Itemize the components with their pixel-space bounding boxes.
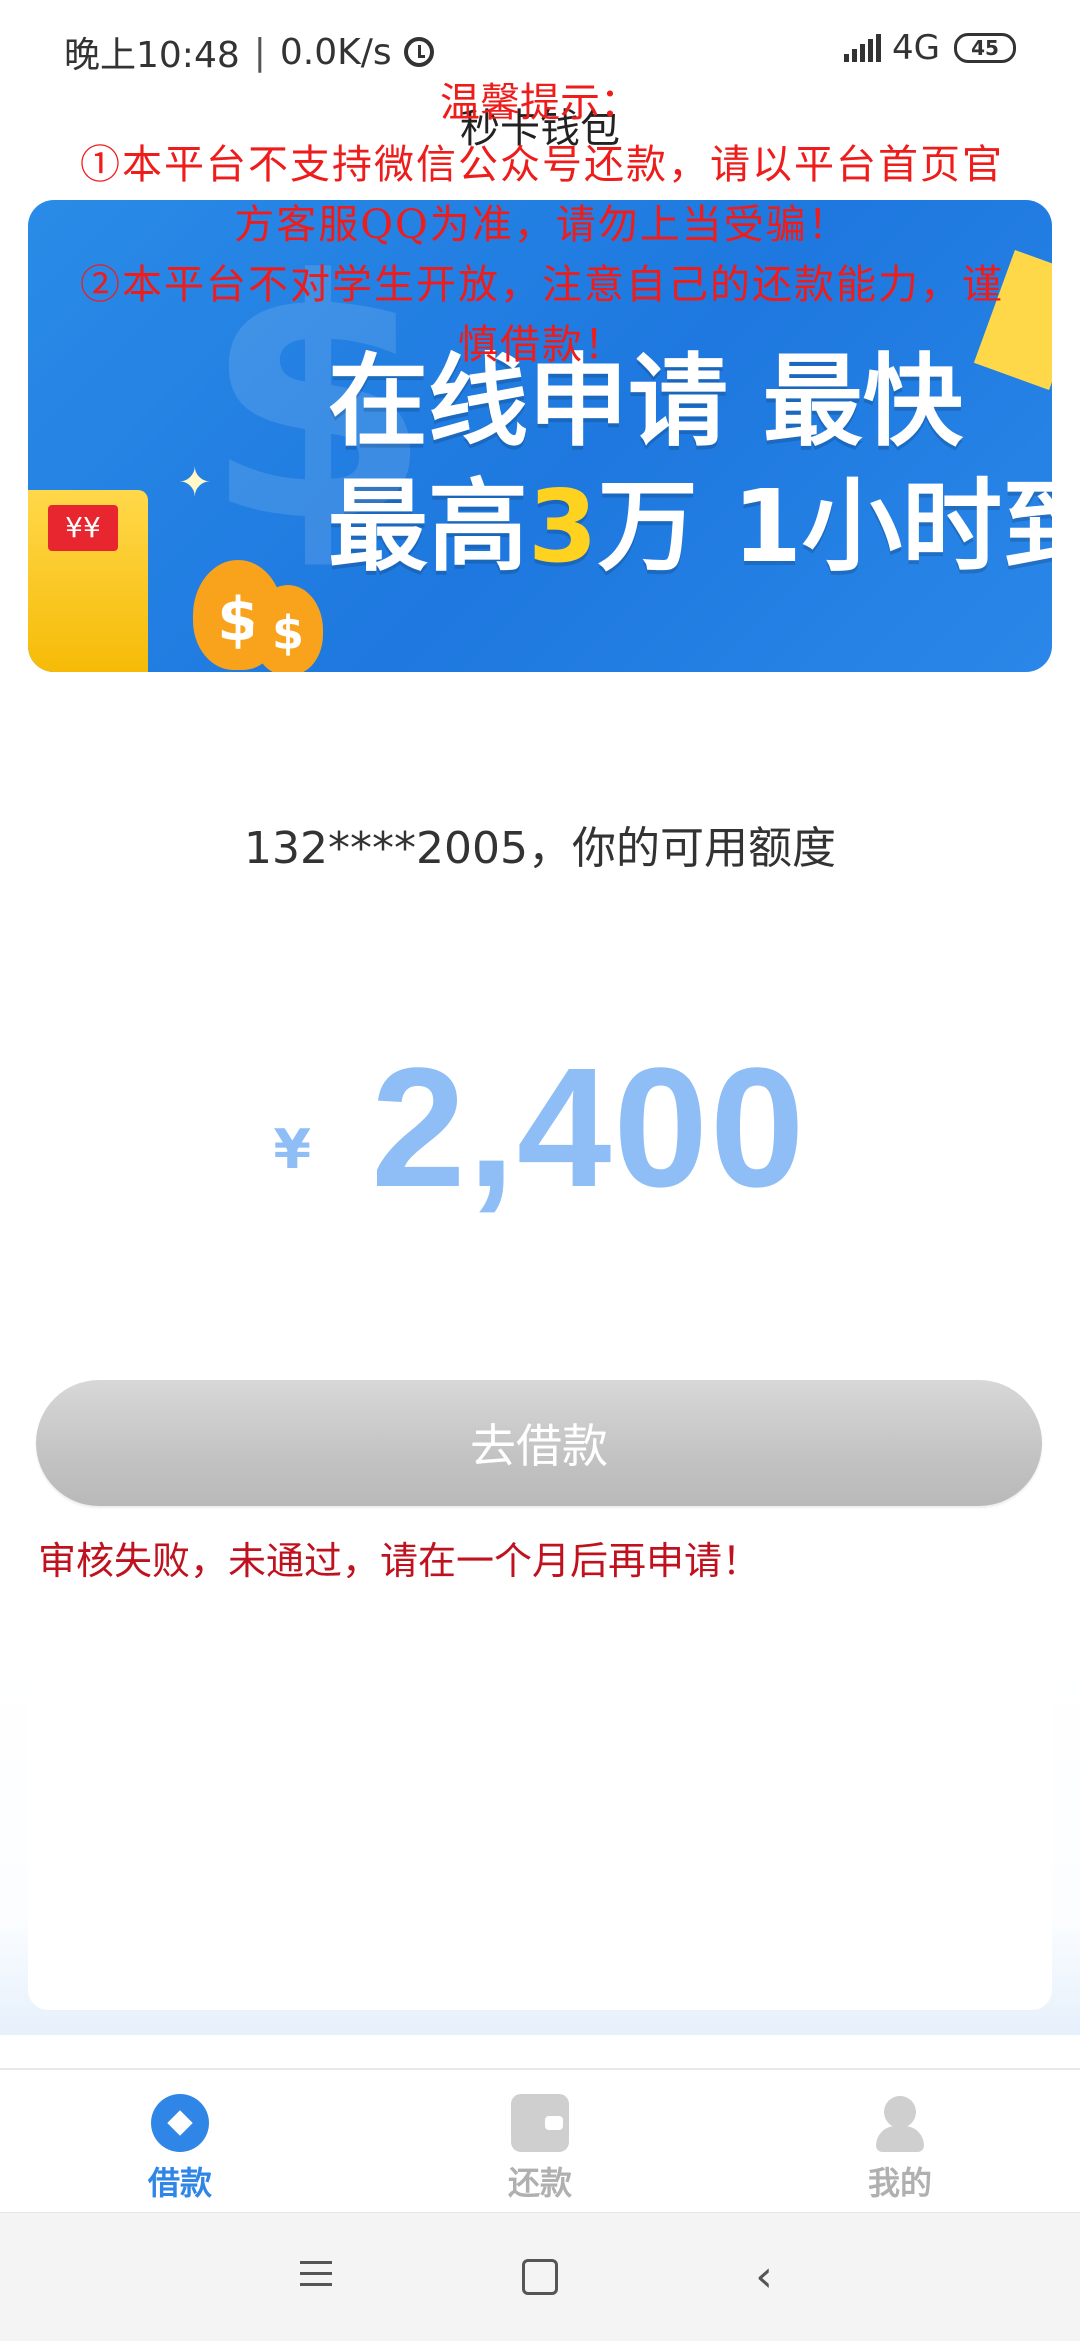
home-icon[interactable] <box>516 2253 564 2301</box>
currency-symbol: ¥ <box>273 1118 312 1181</box>
money-bag-icon: $ <box>253 585 323 672</box>
tab-mine[interactable]: 我的 <box>720 2070 1080 2212</box>
banner-headline-2: 最高3万 1小时到 <box>328 445 1052 590</box>
credit-amount: ¥2,400 <box>0 1030 1080 1226</box>
available-credit-label: 132****2005，你的可用额度 <box>244 823 836 874</box>
status-separator: | <box>253 31 266 73</box>
alarm-icon <box>403 37 434 67</box>
banner-text: 万 1小时到 <box>597 468 1052 585</box>
loan-icon <box>151 2094 209 2152</box>
network-type: 4G <box>892 28 940 68</box>
signal-icon <box>844 34 884 62</box>
tab-label: 还款 <box>507 2164 572 2202</box>
menu-icon[interactable] <box>292 2253 340 2301</box>
status-net-speed: 0.0K/s <box>279 31 392 73</box>
banner-text: 最高 <box>328 468 528 585</box>
tips-line: 慎借款！ <box>458 322 626 368</box>
tips-title: 温馨提示： <box>440 80 640 126</box>
battery-level: 45 <box>971 36 999 60</box>
tab-repay[interactable]: 还款 <box>360 2070 720 2212</box>
red-envelope-icon: ¥¥ <box>48 505 118 551</box>
sparkle-icon: ✦ <box>178 460 212 506</box>
wallet-icon <box>511 2094 569 2152</box>
review-failed-message: 审核失败，未通过，请在一个月后再申请！ <box>38 1539 761 1583</box>
banner-highlight: 3 <box>528 468 598 585</box>
tips-line: ①本平台不支持微信公众号还款，请以平台首页官 <box>80 142 1004 188</box>
tips-line: ②本平台不对学生开放，注意自己的还款能力，谨 <box>80 262 1004 308</box>
tab-loan[interactable]: 借款 <box>0 2070 360 2212</box>
back-icon[interactable]: ‹ <box>740 2253 788 2301</box>
credit-amount-value: 2,400 <box>371 1033 807 1223</box>
bottom-tab-bar: 借款 还款 我的 <box>0 2068 1080 2212</box>
tips-section <box>0 1650 1080 2035</box>
status-right: 4G 45 <box>844 28 1016 68</box>
tips-card <box>28 1650 1052 2010</box>
battery-icon: 45 <box>954 33 1016 63</box>
tab-label: 我的 <box>867 2164 932 2202</box>
borrow-button[interactable]: 去借款 <box>36 1380 1042 1506</box>
user-icon <box>871 2094 929 2152</box>
system-nav-bar: ‹ <box>0 2212 1080 2341</box>
tips-line: 方客服QQ为准，请勿上当受骗！ <box>234 202 850 248</box>
tab-label: 借款 <box>147 2164 212 2202</box>
